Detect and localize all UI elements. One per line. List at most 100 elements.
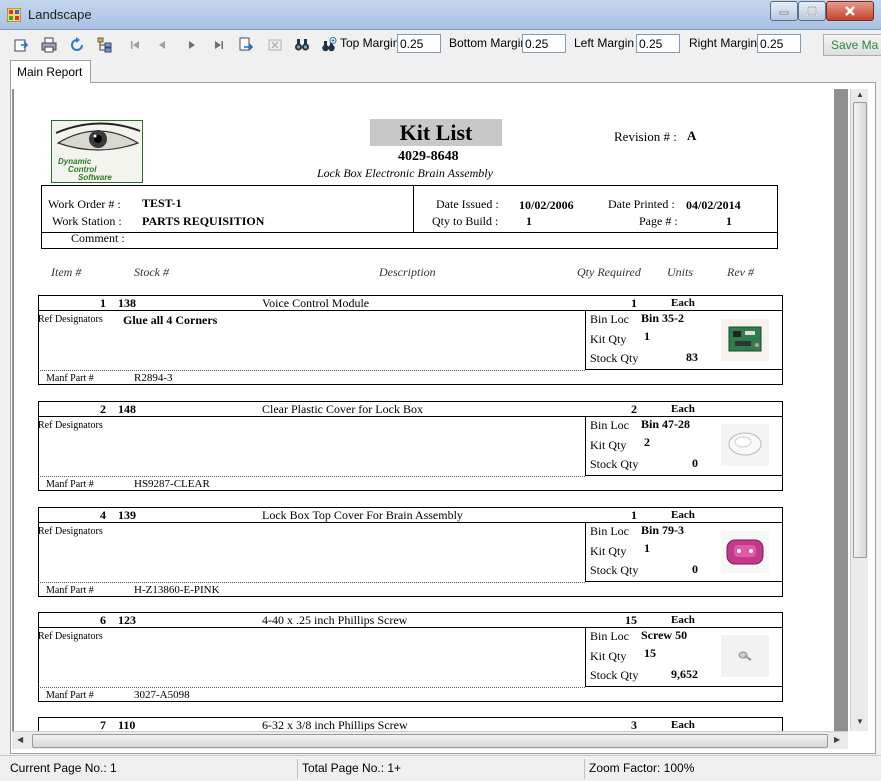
stop-icon[interactable] (267, 37, 283, 53)
stock-qty-value: 83 (686, 350, 698, 364)
stock-number: 139 (118, 508, 136, 522)
kit-item-block: 4 139 Lock Box Top Cover For Brain Assem… (14, 507, 834, 599)
qty-required: 1 (631, 296, 637, 310)
refresh-icon[interactable] (69, 37, 85, 53)
kit-qty-label: Kit Qty (590, 544, 627, 558)
left-margin-input[interactable] (636, 34, 680, 53)
manf-part-label: Manf Part # (46, 373, 94, 384)
header-divider (413, 185, 414, 232)
manf-part-label: Manf Part # (46, 585, 94, 596)
work-station-label: Work Station : (52, 214, 122, 228)
stock-qty-label: Stock Qty (590, 668, 639, 682)
date-issued-value: 10/02/2006 (519, 198, 574, 212)
current-page-status: Current Page No.: 1 (10, 761, 117, 775)
bin-loc-value: Screw 50 (641, 628, 688, 642)
manf-part-label: Manf Part # (46, 479, 94, 490)
qty-to-build-value: 1 (526, 214, 532, 228)
header-divider (41, 232, 778, 233)
stock-qty-value: 0 (692, 456, 698, 470)
bin-loc-value: Bin 47-28 (641, 417, 691, 431)
work-order-value: TEST-1 (142, 196, 182, 210)
item-description: Clear Plastic Cover for Lock Box (262, 402, 423, 416)
maximize-icon (807, 6, 817, 16)
manf-part-value: 3027-A5098 (134, 689, 190, 701)
units: Each (671, 614, 695, 626)
kit-item-block: 1 138 Voice Control Module 1 Each Ref De… (14, 295, 834, 387)
stock-number: 123 (118, 613, 136, 627)
next-page-icon[interactable] (184, 37, 200, 53)
units: Each (671, 509, 695, 521)
maximize-button[interactable] (798, 1, 826, 21)
bin-loc-label: Bin Loc (590, 312, 629, 326)
export-icon[interactable] (13, 37, 29, 53)
kit-item-block: 2 148 Clear Plastic Cover for Lock Box 2… (14, 401, 834, 493)
last-page-icon[interactable] (211, 37, 227, 53)
work-station-value: PARTS REQUISITION (142, 214, 265, 228)
top-margin-label: Top Margin (340, 36, 400, 50)
group-tree-icon[interactable] (97, 37, 113, 53)
pink-cover-image (721, 531, 769, 573)
item-number: 6 (100, 613, 106, 627)
circuit-board-image (721, 319, 769, 361)
kit-item-block: 6 123 4-40 x .25 inch Phillips Screw 15 … (14, 612, 834, 704)
vertical-scroll-thumb[interactable] (853, 102, 867, 558)
screw-image (721, 635, 769, 677)
qty-to-build-label: Qty to Build : (432, 214, 499, 228)
save-margins-button[interactable]: Save Ma (823, 34, 881, 56)
stock-qty-label: Stock Qty (590, 351, 639, 365)
horizontal-scrollbar[interactable]: ◀ ▶ (12, 731, 848, 749)
horizontal-scroll-thumb[interactable] (32, 734, 828, 748)
item-description: Lock Box Top Cover For Brain Assembly (262, 508, 463, 522)
units: Each (671, 297, 695, 309)
window-title: Landscape (28, 7, 92, 22)
bottom-margin-input[interactable] (522, 34, 566, 53)
manf-part-value: H-Z13860-E-PINK (134, 584, 220, 596)
item-divider (38, 370, 585, 371)
ref-designators-label: Ref Designators (38, 631, 103, 642)
close-button[interactable] (826, 1, 874, 21)
item-description: 6-32 x 3/8 inch Phillips Screw (262, 718, 408, 731)
units: Each (671, 403, 695, 415)
revision-label: Revision # : (614, 129, 677, 144)
ref-designators-label: Ref Designators (38, 526, 103, 537)
kit-qty-label: Kit Qty (590, 332, 627, 346)
qty-required: 2 (631, 402, 637, 416)
left-margin-label: Left Margin (574, 36, 635, 50)
date-printed-label: Date Printed : (608, 197, 675, 211)
bin-loc-label: Bin Loc (590, 524, 629, 538)
item-divider (38, 687, 585, 688)
page-label: Page # : (639, 214, 678, 228)
toolbar: Top Margin Bottom Margin Left Margin Rig… (0, 30, 881, 60)
date-issued-label: Date Issued : (436, 197, 499, 211)
scroll-left-icon[interactable]: ◀ (17, 735, 23, 744)
report-title: Kit List (370, 119, 502, 146)
previous-page-icon[interactable] (154, 37, 170, 53)
scroll-right-icon[interactable]: ▶ (834, 735, 840, 744)
bin-loc-label: Bin Loc (590, 629, 629, 643)
print-icon[interactable] (41, 37, 57, 53)
minimize-button[interactable] (770, 1, 798, 21)
company-logo: Dynamic Control Software (51, 120, 143, 183)
bin-loc-label: Bin Loc (590, 418, 629, 432)
vertical-scrollbar[interactable]: ▲ ▼ (850, 89, 868, 731)
scroll-up-icon[interactable]: ▲ (856, 90, 864, 99)
minimize-icon (779, 11, 789, 15)
top-margin-input[interactable] (397, 34, 441, 53)
tab-main-report[interactable]: Main Report (10, 60, 91, 83)
item-number: 2 (100, 402, 106, 416)
search-icon[interactable] (294, 37, 310, 53)
zoom-icon[interactable] (321, 37, 337, 53)
revision-value: A (687, 128, 697, 143)
ref-designators-label: Ref Designators (38, 314, 103, 325)
first-page-icon[interactable] (127, 37, 143, 53)
comment-label: Comment : (71, 231, 125, 245)
column-header-rev: Rev # (727, 265, 754, 279)
go-to-page-icon[interactable] (238, 37, 254, 53)
column-header-qty-required: Qty Required (577, 265, 641, 279)
manf-part-label: Manf Part # (46, 690, 94, 701)
app-icon (7, 8, 21, 22)
kit-qty-value: 15 (644, 646, 656, 660)
right-margin-input[interactable] (757, 34, 801, 53)
stock-number: 138 (118, 296, 136, 310)
scroll-down-icon[interactable]: ▼ (856, 717, 864, 726)
